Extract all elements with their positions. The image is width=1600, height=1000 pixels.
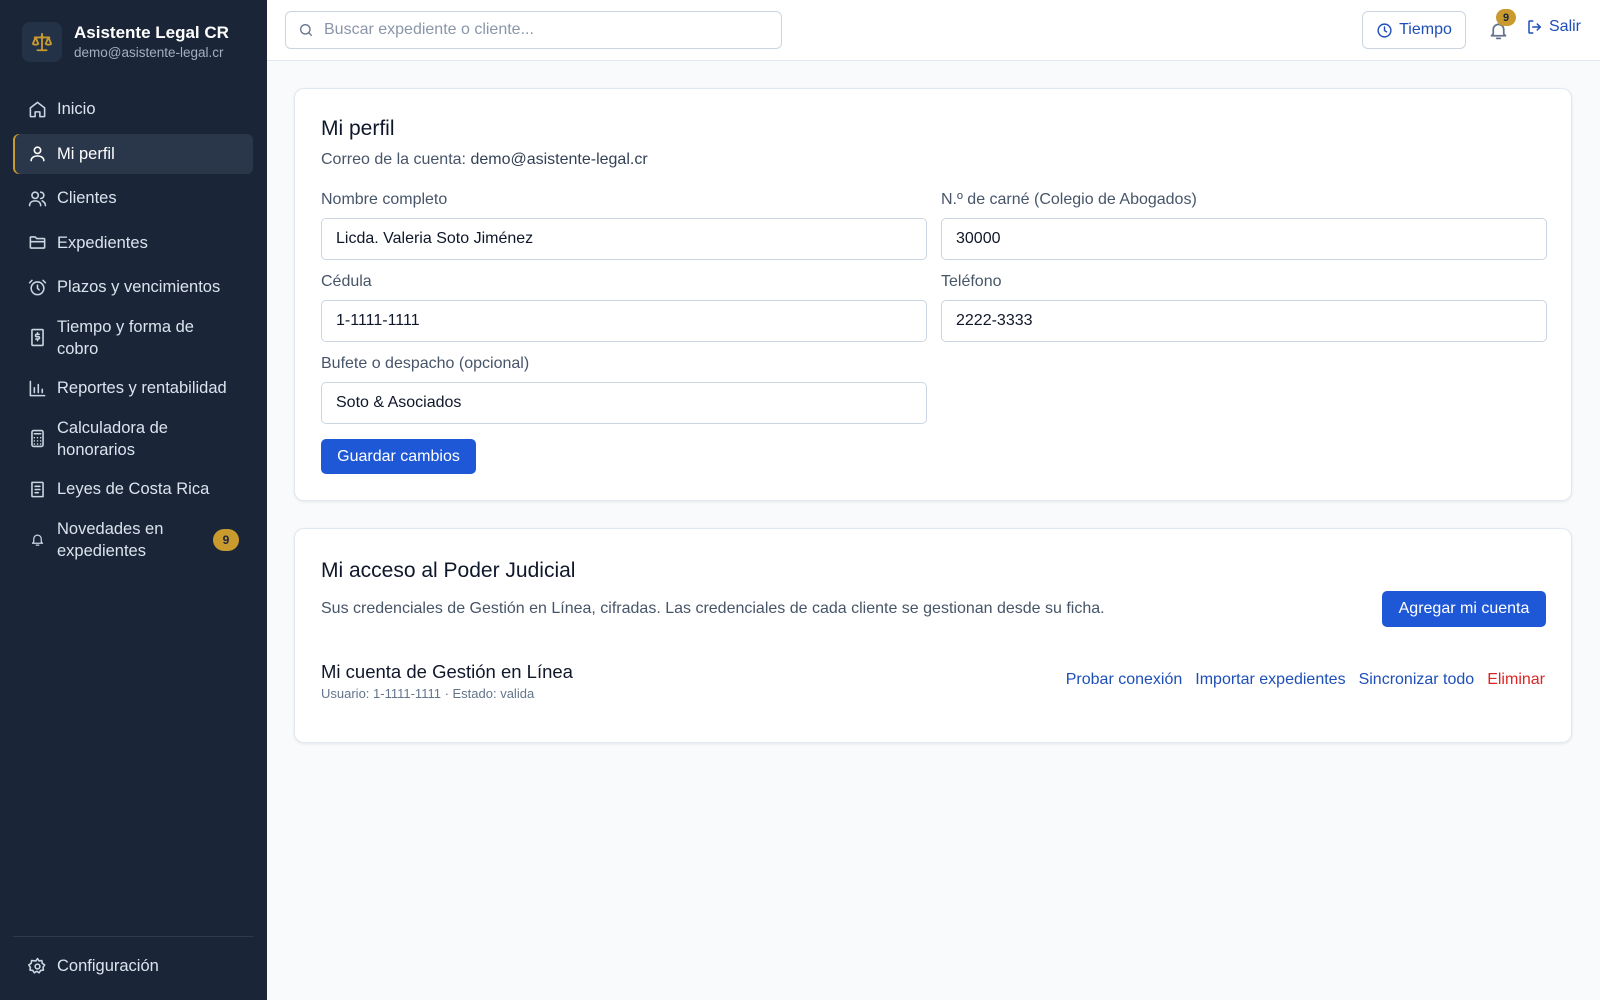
sidebar-item-label: Tiempo y forma de cobro	[57, 317, 194, 358]
sidebar-item-label: Novedades en expedientes	[57, 519, 164, 560]
sidebar-item-plazos[interactable]: Plazos y vencimientos	[13, 267, 253, 307]
firm-field[interactable]	[321, 382, 927, 424]
save-button[interactable]: Guardar cambios	[321, 439, 476, 474]
sidebar-nav: Inicio Mi perfil Clientes Expedientes Pl…	[13, 89, 253, 570]
sidebar-item-label: Inicio	[57, 100, 96, 118]
account-email: demo@asistente-legal.cr	[470, 151, 648, 168]
brand: Asistente Legal CR demo@asistente-legal.…	[22, 22, 229, 62]
phone-field[interactable]	[941, 300, 1547, 342]
profile-card: Mi perfil Correo de la cuenta: demo@asis…	[294, 88, 1572, 501]
sidebar-divider	[13, 936, 253, 937]
folder-icon	[27, 233, 47, 253]
account-email-prefix: Correo de la cuenta:	[321, 151, 466, 168]
search-box	[285, 11, 782, 49]
notifications-count-badge: 9	[1496, 9, 1516, 26]
sidebar-item-tiempo-cobro[interactable]: Tiempo y forma de cobro	[13, 312, 253, 364]
full-name-field[interactable]	[321, 218, 927, 260]
logout-icon	[1526, 18, 1544, 36]
sidebar-item-leyes[interactable]: Leyes de Costa Rica	[13, 469, 253, 509]
phone-label: Teléfono	[941, 273, 1002, 290]
add-account-button[interactable]: Agregar mi cuenta	[1382, 591, 1546, 627]
sidebar-item-label: Mi perfil	[57, 144, 115, 163]
search-input[interactable]	[324, 21, 764, 39]
sidebar-item-calculadora[interactable]: Calculadora de honorarios	[13, 413, 253, 465]
account-title: Mi cuenta de Gestión en Línea	[321, 661, 573, 682]
logout-label: Salir	[1549, 18, 1582, 35]
sidebar-item-label: Reportes y rentabilidad	[57, 379, 227, 397]
bar-chart-icon	[27, 378, 47, 398]
account-actions: Probar conexión Importar expedientes Sin…	[1053, 671, 1545, 689]
top-bar: Tiempo 9 Salir	[267, 0, 1600, 61]
sidebar-item-expedientes[interactable]: Expedientes	[13, 223, 253, 263]
judicial-description: Sus credenciales de Gestión en Línea, ci…	[321, 600, 1105, 617]
sidebar-item-label: Plazos y vencimientos	[57, 278, 221, 296]
sidebar-item-inicio[interactable]: Inicio	[13, 89, 253, 129]
sidebar-item-label: Calculadora de honorarios	[57, 418, 168, 459]
sidebar-item-mi-perfil[interactable]: Mi perfil	[13, 133, 253, 174]
search-icon	[298, 22, 314, 38]
sidebar-item-configuracion[interactable]: Configuración	[13, 946, 253, 986]
sync-all-link[interactable]: Sincronizar todo	[1359, 671, 1475, 689]
account-email-line: Correo de la cuenta: demo@asistente-lega…	[321, 151, 648, 169]
id-number-label: Cédula	[321, 273, 372, 290]
home-icon	[27, 99, 47, 119]
test-connection-link[interactable]: Probar conexión	[1066, 671, 1183, 689]
logout-button[interactable]: Salir	[1526, 18, 1581, 36]
profile-title: Mi perfil	[321, 117, 395, 140]
judicial-access-card: Mi acceso al Poder Judicial Sus credenci…	[294, 528, 1572, 743]
sidebar-item-novedades[interactable]: Novedades en expedientes 9	[13, 514, 253, 566]
users-icon	[27, 188, 47, 208]
firm-label: Bufete o despacho (opcional)	[321, 355, 530, 372]
delete-account-link[interactable]: Eliminar	[1487, 671, 1545, 689]
notifications-badge: 9	[213, 528, 239, 551]
book-icon	[27, 479, 47, 499]
sidebar-item-label: Clientes	[57, 189, 117, 207]
id-number-field[interactable]	[321, 300, 927, 342]
receipt-icon	[27, 328, 47, 348]
sidebar-item-clientes[interactable]: Clientes	[13, 178, 253, 218]
time-button-label: Tiempo	[1399, 21, 1452, 38]
user-email: demo@asistente-legal.cr	[74, 45, 224, 60]
time-button[interactable]: Tiempo	[1362, 11, 1466, 49]
bar-number-label: N.º de carné (Colegio de Abogados)	[941, 191, 1197, 208]
scales-logo-icon	[22, 22, 62, 62]
account-meta: Usuario: 1-1111-1111 · Estado: valida	[321, 686, 535, 701]
full-name-label: Nombre completo	[321, 191, 448, 208]
bar-number-field[interactable]	[941, 218, 1547, 260]
gear-icon	[27, 956, 47, 976]
sidebar-item-reportes[interactable]: Reportes y rentabilidad	[13, 368, 253, 408]
clock-icon	[1376, 22, 1393, 39]
sidebar-item-label: Expedientes	[57, 233, 148, 252]
app-title: Asistente Legal CR	[74, 23, 229, 42]
bell-icon	[27, 530, 47, 550]
import-cases-link[interactable]: Importar expedientes	[1195, 671, 1345, 689]
calculator-icon	[27, 429, 47, 449]
user-icon	[27, 144, 47, 164]
alarm-clock-icon	[27, 277, 47, 297]
sidebar-item-label: Configuración	[57, 957, 159, 975]
judicial-title: Mi acceso al Poder Judicial	[321, 559, 576, 582]
sidebar-item-label: Leyes de Costa Rica	[57, 480, 210, 498]
sidebar: Asistente Legal CR demo@asistente-legal.…	[0, 0, 267, 1000]
